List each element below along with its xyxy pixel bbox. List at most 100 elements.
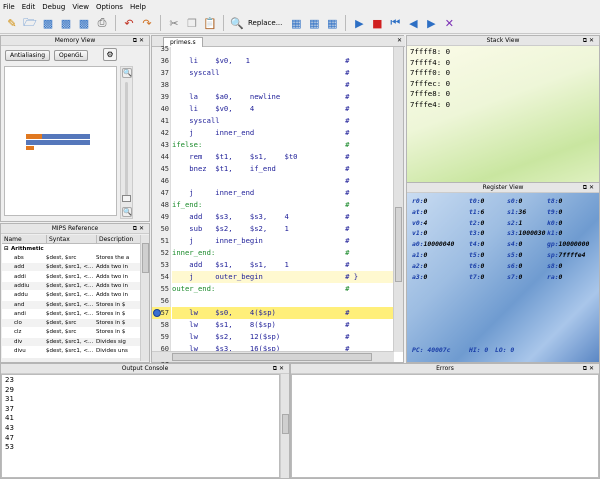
mips-name-cell: clo [14,320,22,327]
output-console-panel: Output Console ⧉✕ 23 29 31 37 41 43 47 53 [0,363,290,479]
menu-help[interactable]: Help [130,3,146,11]
panel-controls-icon[interactable]: ⧉✕ [583,184,596,192]
menu-view[interactable]: View [72,3,89,11]
mips-vscroll[interactable] [140,235,149,361]
mips-syntax-cell: $dest, $src1, <... [46,310,94,317]
toolbar-separator [160,15,161,31]
stack-view-panel: Stack View ⧉✕ 7ffff8: 0 7ffff4: 0 7ffff0: … [406,35,600,192]
save-icon[interactable]: ▩ [40,15,56,31]
line-number: 55 [160,285,169,293]
mips-table-row[interactable]: addiu $dest, $src1, <... Adds two in [2,281,140,290]
code-line: j inner_begin # [172,236,350,245]
assemble-icon[interactable]: ▦ [288,15,304,31]
mips-table-row[interactable]: add $dest, $src1, <... Adds two in [2,263,140,272]
errors-list[interactable] [291,374,599,478]
mips-desc-cell: Divides uns [96,348,128,354]
col-description[interactable]: Description [96,235,140,244]
opengl-button[interactable]: OpenGL [54,50,89,61]
rewind-icon[interactable]: ⏮ [387,15,403,31]
replace-button[interactable]: Replace... [248,19,282,27]
close-tab-icon[interactable]: ✕ [397,37,402,44]
panel-controls-icon[interactable]: ⧉✕ [133,37,146,45]
mips-table: ⊟ Arithmetic abs $dest, $src Stores the a ad… [2,244,140,358]
find-icon[interactable]: 🔍 [229,15,245,31]
register-cell: t5:0 [469,251,485,259]
save-as-icon[interactable]: ▩ [58,15,74,31]
line-number: 41 [160,117,169,125]
console-line: 53 [5,443,14,452]
save-all-icon[interactable]: ▩ [76,15,92,31]
panel-controls-icon[interactable]: ⧉✕ [133,225,146,233]
toolbar: ✎ 🗁 ▩ ▩ ▩ ⎙ ↶ ↷ ✂ ❐ 📋 🔍 Replace... ▦ ▦ ▦… [0,13,600,34]
mips-table-row[interactable]: addu $dest, $src1, <... Adds two in [2,291,140,299]
mips-table-row[interactable]: div $dest, $src1, <... Divides sig [2,337,140,346]
breakpoint-icon[interactable] [153,309,161,317]
code-editor: primes.s ✕ 35 36 37 38 39 40 41 42 43 44 45 46 47 48 4… [151,35,405,413]
paste-icon[interactable]: 📋 [202,15,218,31]
register-cell: gp:10000000 [547,240,590,249]
code-line: add $s3, $s3, 4 # [172,212,350,221]
mips-name-cell: addiu [14,282,30,289]
editor-vscroll[interactable] [393,47,403,352]
line-number: 42 [160,129,169,137]
console-vscroll[interactable] [280,374,289,478]
mips-syntax-cell: $dest, $src1, <... [46,282,94,289]
code-line: outer_end: # [172,284,350,293]
clear-icon[interactable]: ✕ [441,15,457,31]
registers-icon[interactable]: ▦ [324,15,340,31]
step-back-icon[interactable]: ◀ [405,15,421,31]
menu-file[interactable]: File [3,3,15,11]
redo-icon[interactable]: ↷ [139,15,155,31]
line-number: 37 [160,69,169,77]
mips-name-cell: clz [14,329,22,336]
mips-table-row[interactable]: addi $dest, $src1, <... Adds two in [2,273,140,281]
antialiasing-button[interactable]: Antialiasing [5,50,51,61]
undo-icon[interactable]: ↶ [121,15,137,31]
print-icon[interactable]: ⎙ [94,15,110,31]
stop-icon[interactable]: ■ [369,15,385,31]
memory-zoom-slider[interactable]: 🔍 🔍 [120,66,133,219]
mips-table-row[interactable]: clz $dest, $src Stores in $ [2,328,140,336]
mips-syntax-cell: $dest, $src1, <... [46,348,94,354]
register-cell: s0:0 [507,197,523,205]
memory-icon[interactable]: ▦ [306,15,322,31]
col-name[interactable]: Name [4,235,22,244]
memory-settings-icon[interactable]: ⚙ [103,48,117,61]
line-number: 50 [160,225,169,233]
menu-debug[interactable]: Debug [42,3,65,11]
mips-table-row[interactable]: and $dest, $src1, <... Stores in $ [2,300,140,309]
code-line: li $v0, 4 # [172,104,350,113]
mips-syntax-cell: $dest, $src1, <... [46,264,94,271]
mips-table-row[interactable]: andi $dest, $src1, <... Stores in $ [2,310,140,318]
stack-row: 7ffff8: 0 [410,47,451,56]
tree-group[interactable]: ⊟ Arithmetic [2,245,140,253]
editor-hscroll[interactable] [152,351,394,362]
run-icon[interactable]: ▶ [351,15,367,31]
step-forward-icon[interactable]: ▶ [423,15,439,31]
code-area[interactable]: li $v0, 1 # syscall # # la $a0, newline … [172,47,394,352]
copy-icon[interactable]: ❐ [184,15,200,31]
menu-edit[interactable]: Edit [22,3,36,11]
line-number: 38 [160,81,169,89]
panel-controls-icon[interactable]: ⧉✕ [583,365,596,373]
mips-table-row[interactable]: abs $dest, $src Stores the a [2,254,140,262]
mips-name-cell: addi [14,273,26,280]
console-line: 37 [5,404,14,413]
zoom-in-icon[interactable]: 🔍 [122,68,132,78]
memory-canvas[interactable] [4,66,117,216]
panel-controls-icon[interactable]: ⧉✕ [273,365,286,373]
register-cell: s1:36 [507,207,527,216]
zoom-out-icon[interactable]: 🔍 [122,207,132,217]
new-file-icon[interactable]: ✎ [4,15,20,31]
code-line: lw $s1, 8($sp) # [172,320,350,329]
cut-icon[interactable]: ✂ [166,15,182,31]
panel-controls-icon[interactable]: ⧉✕ [583,37,596,45]
open-folder-icon[interactable]: 🗁 [22,15,38,31]
mips-table-row[interactable]: divu $dest, $src1, <... Divides uns [2,347,140,355]
console-text[interactable]: 23 29 31 37 41 43 47 53 [1,374,280,478]
menu-options[interactable]: Options [96,3,123,11]
register-cell: t3:0 [469,229,485,238]
mips-table-row[interactable]: clo $dest, $src Stores in $ [2,319,140,328]
col-syntax[interactable]: Syntax [46,235,70,244]
